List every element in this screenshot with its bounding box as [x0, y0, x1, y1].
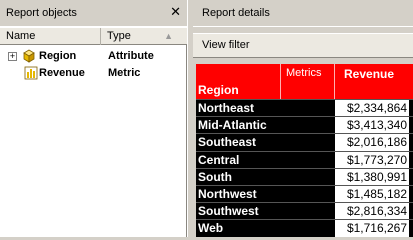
expand-icon[interactable]: +: [8, 52, 17, 61]
metrics-header-label: Metrics: [286, 67, 322, 79]
table-row: Mid-Atlantic $3,413,340: [196, 116, 413, 134]
revenue-cell: $1,380,991: [334, 168, 409, 185]
revenue-header-cell[interactable]: Revenue: [334, 64, 413, 99]
revenue-header-label: Revenue: [344, 67, 395, 81]
revenue-cell: $3,413,340: [334, 117, 409, 134]
list-item-region[interactable]: + Region Attribute: [0, 48, 187, 64]
region-cell[interactable]: Southeast: [198, 135, 256, 150]
region-cell[interactable]: Southwest: [198, 204, 259, 219]
table-row: Southeast $2,016,186: [196, 133, 413, 151]
report-objects-title: Report objects: [6, 7, 77, 19]
object-type: Metric: [108, 67, 141, 79]
region-cell[interactable]: Web: [198, 221, 223, 236]
report-objects-header: Report objects ✕: [0, 0, 187, 27]
list-item-revenue[interactable]: Revenue Metric: [0, 65, 187, 81]
revenue-cell: $2,334,864: [334, 100, 409, 117]
report-details-title: Report details: [202, 7, 270, 19]
column-headers: Name Type ▲: [0, 27, 187, 45]
table-row: Southwest $2,816,334: [196, 202, 413, 220]
column-header-name[interactable]: Name: [0, 28, 101, 45]
region-cell[interactable]: Mid-Atlantic: [198, 118, 267, 133]
revenue-cell: $1,485,182: [334, 185, 409, 203]
table-row: Northwest $1,485,182: [196, 184, 413, 203]
table-row: Northeast $2,334,864: [196, 99, 413, 117]
table-row: Web $1,716,267: [196, 219, 413, 237]
view-filter-label: View filter: [202, 39, 250, 51]
revenue-cell: $2,816,334: [334, 203, 409, 220]
region-header-label: Region: [198, 83, 239, 97]
attribute-icon: [22, 49, 36, 63]
revenue-cell: $2,016,186: [334, 134, 409, 151]
sort-arrow-icon: ▲: [164, 31, 173, 41]
revenue-cell: $1,716,267: [334, 220, 409, 237]
table-row: Central $1,773,270: [196, 150, 413, 168]
table-row: South $1,380,991: [196, 167, 413, 185]
region-cell[interactable]: Northeast: [198, 101, 254, 116]
metric-icon: [24, 66, 38, 80]
region-cell[interactable]: Central: [198, 153, 239, 168]
region-cell[interactable]: South: [198, 170, 232, 185]
report-grid: Region Metrics Revenue Northeast $2,334,…: [196, 64, 413, 237]
object-name: Region: [39, 50, 77, 62]
view-filter-bar[interactable]: View filter: [193, 33, 413, 58]
grid-header-row: Region Metrics Revenue: [196, 64, 413, 99]
grid-body: Northeast $2,334,864 Mid-Atlantic $3,413…: [196, 99, 413, 237]
metrics-header-cell[interactable]: Metrics: [280, 64, 334, 99]
report-objects-panel: Report objects ✕ Name Type ▲ + Region At…: [0, 0, 187, 237]
report-details-header: Report details: [193, 0, 413, 27]
column-header-type-label: Type: [107, 30, 131, 42]
object-type: Attribute: [108, 50, 154, 62]
report-details-panel: Report details View filter Region Metric…: [193, 0, 413, 237]
column-header-type[interactable]: Type ▲: [101, 28, 187, 45]
report-objects-list: + Region Attribute Revenue Metric: [0, 45, 187, 237]
object-name: Revenue: [39, 67, 85, 79]
revenue-cell: $1,773,270: [334, 151, 409, 168]
region-cell[interactable]: Northwest: [198, 187, 257, 202]
close-icon[interactable]: ✕: [170, 5, 181, 19]
